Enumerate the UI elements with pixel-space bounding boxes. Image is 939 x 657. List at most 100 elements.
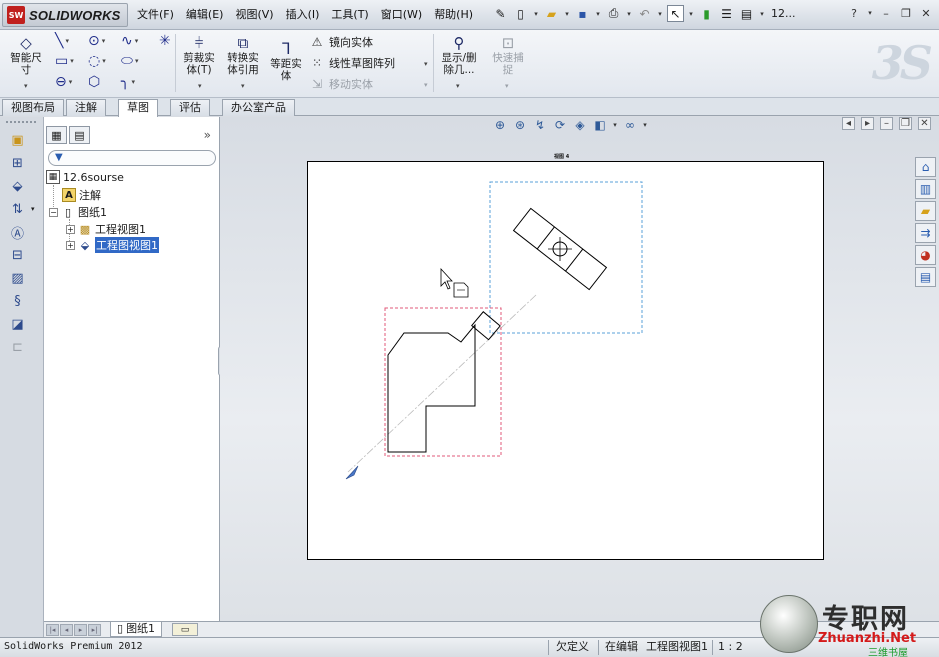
expand-view2-icon[interactable]: + [66, 240, 75, 250]
standard-3-view-icon[interactable]: ⊟ [9, 247, 26, 264]
select-dropdown-icon[interactable]: ▾ [687, 10, 695, 18]
crop-view-icon[interactable]: ◪ [9, 316, 26, 333]
zoom-to-fit-icon[interactable]: ⊕ [492, 117, 508, 133]
arc-tool[interactable]: ◌ ▾ [88, 53, 106, 69]
spline-tool[interactable]: ∿ ▾ [121, 33, 138, 49]
appearances-icon[interactable]: ◕ [915, 245, 936, 265]
slot-dropdown-icon[interactable]: ▾ [69, 78, 73, 86]
hide-show-items-icon[interactable]: ∞ [622, 117, 638, 133]
auxiliary-view-icon[interactable]: ⬙ [9, 178, 26, 195]
convert-dropdown-icon[interactable]: ▾ [241, 82, 245, 90]
sheet-tab[interactable]: ▯ 图纸1 [110, 622, 163, 637]
circle-dropdown-icon[interactable]: ▾ [102, 37, 106, 45]
rebuild-view-icon[interactable]: ⟳ [552, 117, 568, 133]
tab-annotation[interactable]: 注解 [66, 99, 106, 116]
ellipse-tool[interactable]: ⬭ ▾ [121, 53, 138, 69]
close-icon[interactable]: ✕ [919, 6, 933, 20]
fillet-dropdown-icon[interactable]: ▾ [131, 78, 135, 86]
next-sheet-icon[interactable]: ▸ [74, 624, 87, 636]
select-arrow-icon[interactable]: ↖ [667, 5, 684, 22]
expand-view1-icon[interactable]: + [66, 224, 75, 234]
print-icon[interactable]: ⎙ [605, 5, 622, 22]
rectangle-tool[interactable]: ▭ ▾ [55, 53, 74, 69]
first-sheet-icon[interactable]: |◂ [46, 624, 59, 636]
tab-sketch[interactable]: 草图 [118, 99, 158, 117]
smart-dimension-button[interactable]: ◇ 智能尺寸 [6, 34, 46, 77]
trim-dropdown-icon[interactable]: ▾ [198, 82, 202, 90]
hide-show-dropdown-icon[interactable]: ▾ [642, 117, 648, 133]
design-library-icon[interactable]: ▥ [915, 179, 936, 199]
line-tool[interactable]: ╲ ▾ [55, 33, 69, 49]
file-explorer-icon[interactable]: ▰ [915, 201, 936, 221]
open-dropdown-icon[interactable]: ▾ [563, 10, 571, 18]
tree-item-annotations[interactable]: A 注解 [62, 187, 101, 203]
alternate-position-icon[interactable]: ⊏ [9, 339, 26, 356]
line-dropdown-icon[interactable]: ▾ [65, 37, 69, 45]
resources-home-icon[interactable]: ⌂ [915, 157, 936, 177]
quick-access-field[interactable]: 12... [771, 7, 796, 20]
broken-out-section-icon[interactable]: ▨ [9, 270, 26, 287]
help-icon[interactable]: ? [847, 6, 861, 20]
tree-item-sheet[interactable]: − ▯ 图纸1 [49, 204, 107, 220]
move-entities-button[interactable]: ⇲ 移动实体 [310, 76, 373, 92]
display-style-dropdown-icon[interactable]: ▾ [612, 117, 618, 133]
detail-view-icon[interactable]: Ⓐ [9, 224, 26, 242]
tab-evaluate[interactable]: 评估 [170, 99, 210, 116]
previous-view-icon[interactable]: ↯ [532, 117, 548, 133]
projected-view-icon[interactable]: ⊞ [9, 155, 26, 172]
linear-pattern-button[interactable]: ⁙ 线性草图阵列 [310, 55, 395, 71]
menu-file[interactable]: 文件(F) [131, 7, 180, 23]
menu-window[interactable]: 窗口(W) [375, 7, 428, 23]
collapse-sheet-icon[interactable]: − [49, 207, 58, 217]
section-view-icon[interactable]: ⇅ [9, 201, 26, 218]
mirror-entities-button[interactable]: ⚠ 镜向实体 [310, 34, 373, 50]
collapse-panel-icon[interactable]: » [204, 128, 211, 142]
add-sheet-icon[interactable]: ▭ [172, 623, 198, 636]
display-delete-relations-button[interactable]: ⚲ 显示/删除几... [438, 34, 480, 77]
trim-entities-button[interactable]: ⫩ 剪裁实体(T) [180, 34, 218, 77]
pin-icon[interactable]: ✎ [492, 5, 509, 22]
convert-entities-button[interactable]: ⧉ 转换实体引用 [222, 34, 264, 77]
view-orientation-icon[interactable]: ◈ [572, 117, 588, 133]
arc-dropdown-icon[interactable]: ▾ [102, 57, 106, 65]
next-window-icon[interactable]: ▸ [861, 117, 874, 130]
sheet-scale[interactable]: 1 : 2 [718, 640, 743, 654]
ellipse-dropdown-icon[interactable]: ▾ [135, 57, 139, 65]
smart-dimension-dropdown-icon[interactable]: ▾ [24, 82, 28, 90]
quick-snaps-dropdown-icon[interactable]: ▾ [505, 82, 509, 90]
doc-restore-icon[interactable]: ❐ [899, 117, 912, 130]
toolbar-grip[interactable] [6, 121, 36, 124]
view-palette-icon[interactable]: ⇉ [915, 223, 936, 243]
tab-office-products[interactable]: 办公室产品 [222, 99, 295, 116]
point-tool[interactable]: ✳ [159, 33, 171, 49]
tab-view-layout[interactable]: 视图布局 [2, 99, 64, 116]
section-view-dropdown-icon[interactable]: ▾ [31, 205, 35, 213]
linear-pattern-dropdown-icon[interactable]: ▾ [424, 60, 428, 68]
tree-item-view2[interactable]: + ⬙ 工程图视图1 [66, 237, 159, 253]
rectangle-dropdown-icon[interactable]: ▾ [70, 57, 74, 65]
new-document-icon[interactable]: ▯ [512, 5, 529, 22]
menu-view[interactable]: 视图(V) [229, 7, 279, 23]
file-properties-icon[interactable]: ☰ [718, 5, 735, 22]
save-dropdown-icon[interactable]: ▾ [594, 10, 602, 18]
last-sheet-icon[interactable]: ▸| [88, 624, 101, 636]
doc-minimize-icon[interactable]: – [880, 117, 893, 130]
rebuild-icon[interactable]: ▮ [698, 5, 715, 22]
drawing-sheet[interactable] [307, 161, 824, 560]
tree-item-view1[interactable]: + ▩ 工程视图1 [66, 221, 146, 237]
feature-tree-tab-icon[interactable]: ▦ [46, 126, 67, 144]
undo-dropdown-icon[interactable]: ▾ [656, 10, 664, 18]
tree-item-drawing[interactable]: ▦ 12.6sourse [46, 170, 124, 184]
move-dropdown-icon[interactable]: ▾ [424, 81, 428, 89]
solidworks-logo[interactable]: SW SOLIDWORKS [2, 3, 128, 27]
spline-dropdown-icon[interactable]: ▾ [135, 37, 139, 45]
print-dropdown-icon[interactable]: ▾ [625, 10, 633, 18]
prev-sheet-icon[interactable]: ◂ [60, 624, 73, 636]
prev-window-icon[interactable]: ◂ [842, 117, 855, 130]
slot-tool[interactable]: ⊖ ▾ [55, 74, 72, 90]
open-folder-icon[interactable]: ▰ [543, 5, 560, 22]
custom-properties-icon[interactable]: ▤ [915, 267, 936, 287]
help-dropdown-icon[interactable]: ▾ [867, 6, 873, 20]
doc-close-icon[interactable]: ✕ [918, 117, 931, 130]
quick-snaps-button[interactable]: ⊡ 快速捕捉 [488, 34, 528, 77]
